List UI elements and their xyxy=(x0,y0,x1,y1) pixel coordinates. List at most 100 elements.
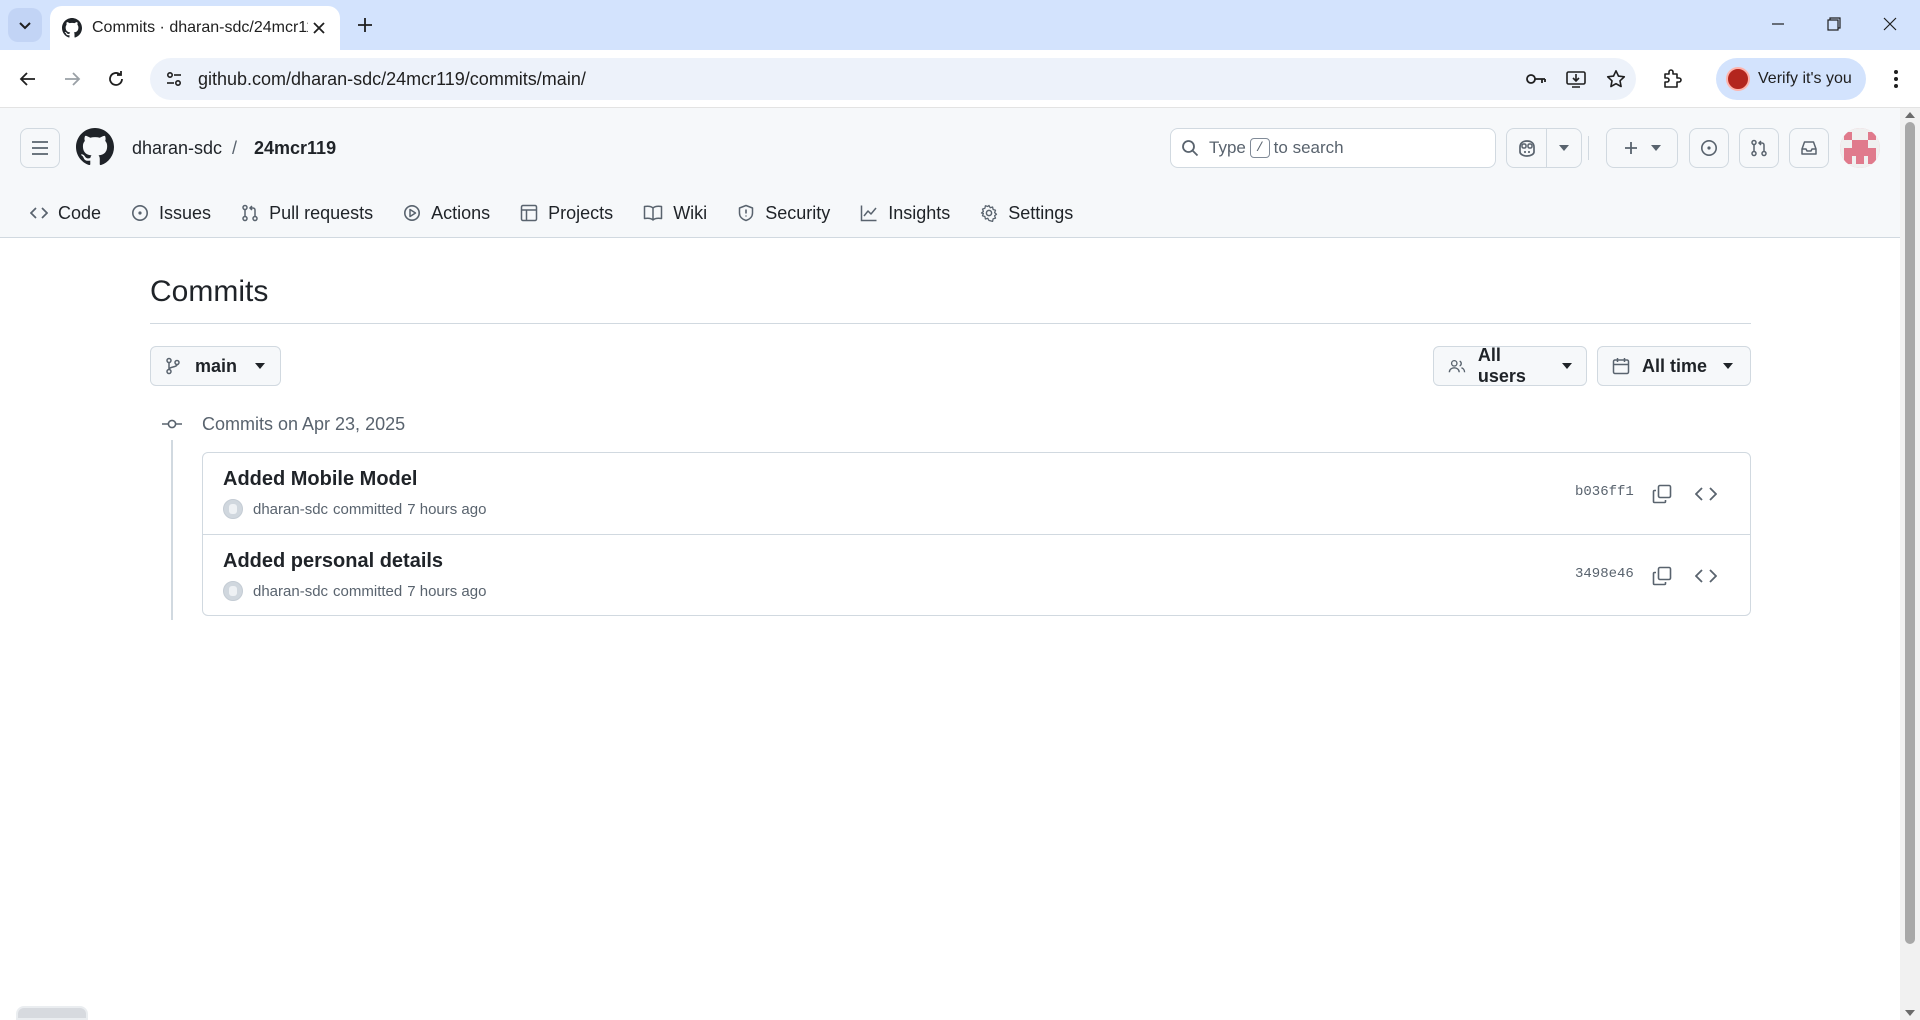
window-close-button[interactable] xyxy=(1870,6,1910,42)
user-avatar[interactable] xyxy=(1840,128,1880,168)
branch-selector-button[interactable]: main xyxy=(150,346,281,386)
inbox-button[interactable] xyxy=(1789,128,1829,168)
search-input[interactable]: Type / to search xyxy=(1170,128,1496,168)
install-icon xyxy=(1566,71,1586,88)
password-key-button[interactable] xyxy=(1516,61,1556,97)
forward-button[interactable] xyxy=(56,63,88,95)
breadcrumb-repo[interactable]: 24mcr119 xyxy=(254,138,336,159)
restore-button[interactable] xyxy=(1814,6,1854,42)
tab-actions[interactable]: Actions xyxy=(393,198,500,228)
address-bar[interactable]: github.com/dharan-sdc/24mcr119/commits/m… xyxy=(150,58,1636,100)
repo-nav: Code Issues Pull requests Actions Projec… xyxy=(20,198,1093,238)
kebab-icon xyxy=(1894,70,1898,88)
breadcrumb-separator: / xyxy=(232,138,238,158)
scroll-down-arrow-icon[interactable] xyxy=(1905,1010,1915,1016)
tab-code[interactable]: Code xyxy=(20,198,111,228)
copy-sha-button[interactable] xyxy=(1647,479,1677,509)
code-icon xyxy=(1695,487,1717,501)
search-icon xyxy=(1182,140,1199,157)
code-icon xyxy=(30,207,48,219)
tab-close-button[interactable] xyxy=(308,17,330,39)
commit-message-link[interactable]: Added Mobile Model xyxy=(223,468,417,491)
chevron-down-icon xyxy=(1723,363,1734,369)
browse-repo-at-commit-button[interactable] xyxy=(1691,479,1721,509)
header-divider xyxy=(1588,136,1589,160)
close-icon xyxy=(313,22,325,34)
tab-actions-label: Actions xyxy=(431,202,491,223)
chevron-down-icon xyxy=(1559,145,1569,151)
chevron-down-icon xyxy=(255,363,266,369)
tab-pull-requests[interactable]: Pull requests xyxy=(231,198,383,228)
tab-settings[interactable]: Settings xyxy=(970,198,1083,228)
tab-issues[interactable]: Issues xyxy=(121,198,221,228)
tab-security[interactable]: Security xyxy=(727,198,840,228)
tab-insights[interactable]: Insights xyxy=(850,198,960,228)
tab-wiki[interactable]: Wiki xyxy=(633,198,717,228)
tab-code-label: Code xyxy=(58,202,102,223)
people-icon xyxy=(1448,359,1466,373)
issues-shortcut-button[interactable] xyxy=(1689,128,1729,168)
browser-menu-button[interactable] xyxy=(1880,63,1912,95)
chevron-down-icon xyxy=(1562,363,1572,369)
issue-icon xyxy=(132,205,149,221)
github-favicon-icon xyxy=(62,18,82,38)
commit-action: committed xyxy=(333,500,403,518)
tab-search-button[interactable] xyxy=(8,8,42,42)
minimize-button[interactable] xyxy=(1758,6,1798,42)
back-icon xyxy=(19,72,35,86)
plus-icon xyxy=(358,18,372,32)
browse-repo-at-commit-button[interactable] xyxy=(1691,561,1721,591)
avatar[interactable] xyxy=(223,581,243,601)
copy-sha-button[interactable] xyxy=(1647,561,1677,591)
url-text[interactable]: github.com/dharan-sdc/24mcr119/commits/m… xyxy=(198,69,1516,90)
commit-message-link[interactable]: Added personal details xyxy=(223,550,443,573)
play-icon xyxy=(404,205,421,221)
git-commit-icon xyxy=(160,414,184,434)
reload-icon xyxy=(109,71,123,86)
copilot-dropdown-button[interactable] xyxy=(1547,129,1581,167)
pull-requests-shortcut-button[interactable] xyxy=(1739,128,1779,168)
commit-row: Added personal details dharan-sdc commit… xyxy=(203,534,1750,615)
copilot-button[interactable] xyxy=(1507,129,1547,167)
search-placeholder: Type / to search xyxy=(1209,138,1344,158)
commit-sha-link[interactable]: b036ff1 xyxy=(1575,484,1634,500)
commit-sha-link[interactable]: 3498e46 xyxy=(1575,566,1634,582)
graph-icon xyxy=(860,205,877,222)
plus-icon xyxy=(1625,142,1637,154)
create-new-button[interactable] xyxy=(1606,128,1678,168)
verify-label: Verify it's you xyxy=(1758,70,1852,87)
breadcrumb-owner[interactable]: dharan-sdc xyxy=(132,138,222,159)
avatar[interactable] xyxy=(223,499,243,519)
time-filter-button[interactable]: All time xyxy=(1597,346,1751,386)
commit-time: 7 hours ago xyxy=(407,500,487,518)
copy-icon xyxy=(1652,484,1672,504)
commit-author-link[interactable]: dharan-sdc xyxy=(253,583,328,600)
site-info-button[interactable] xyxy=(156,61,192,97)
users-filter-button[interactable]: All users xyxy=(1433,345,1587,386)
users-filter-label: All users xyxy=(1477,345,1526,386)
chevron-down-icon xyxy=(1651,145,1661,151)
install-app-button[interactable] xyxy=(1556,61,1596,97)
page-scrollbar[interactable] xyxy=(1900,108,1920,1020)
commit-action: committed xyxy=(333,582,403,600)
scrollbar-thumb[interactable] xyxy=(1905,122,1915,944)
tab-settings-label: Settings xyxy=(1008,202,1074,223)
bottom-overlay-handle xyxy=(16,1006,88,1020)
github-logo-icon[interactable] xyxy=(76,128,114,166)
tab-projects[interactable]: Projects xyxy=(510,198,623,228)
window-close-icon xyxy=(1883,17,1897,31)
back-button[interactable] xyxy=(12,63,44,95)
scroll-up-arrow-icon[interactable] xyxy=(1905,112,1915,118)
hamburger-icon xyxy=(32,141,48,155)
restore-icon xyxy=(1827,17,1841,31)
new-tab-button[interactable] xyxy=(352,12,378,38)
extensions-button[interactable] xyxy=(1656,63,1688,95)
commit-author-link[interactable]: dharan-sdc xyxy=(253,501,328,518)
bookmark-button[interactable] xyxy=(1596,61,1636,97)
minimize-icon xyxy=(1772,23,1784,25)
search-suffix: to search xyxy=(1273,138,1344,157)
browser-tab-active[interactable]: Commits · dharan-sdc/24mcr11 xyxy=(50,6,340,50)
profile-verify-chip[interactable]: Verify it's you xyxy=(1716,58,1866,100)
reload-button[interactable] xyxy=(100,63,132,95)
open-global-nav-button[interactable] xyxy=(20,128,60,168)
